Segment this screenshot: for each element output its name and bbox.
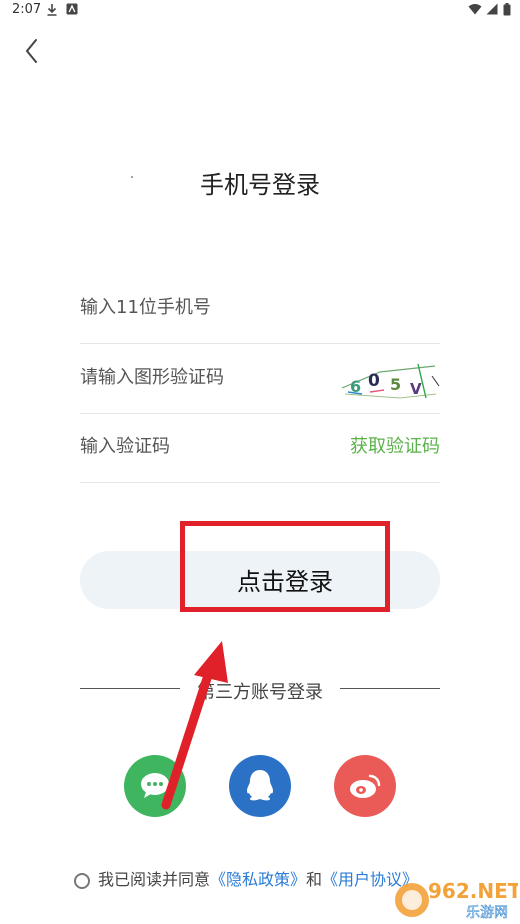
svg-text:5: 5 [390, 375, 401, 394]
third-party-label: 第三方账号登录 [197, 682, 323, 703]
signal-icon [486, 3, 498, 18]
chevron-left-icon [25, 39, 37, 63]
sms-code-placeholder: 输入验证码 [80, 436, 170, 457]
sms-code-field[interactable]: 输入验证码 获取验证码 [80, 413, 440, 483]
download-icon [46, 3, 58, 19]
get-code-button[interactable]: 获取验证码 [350, 413, 440, 481]
annotation-highlight-box [180, 521, 390, 612]
watermark-brand: 962.NET [428, 879, 518, 903]
back-button[interactable] [18, 36, 48, 66]
notification-icon [66, 3, 78, 18]
svg-text:0: 0 [368, 371, 380, 391]
battery-icon [503, 3, 511, 19]
wifi-icon [468, 3, 482, 18]
weibo-icon [350, 774, 381, 798]
captcha-placeholder: 请输入图形验证码 [80, 367, 224, 388]
captcha-image[interactable]: 6 0 5 V [340, 358, 440, 402]
phone-field[interactable]: 输入11位手机号 [80, 274, 440, 344]
watermark-sub: 乐游网 [466, 905, 508, 921]
consent-radio[interactable] [74, 873, 90, 889]
svg-text:6: 6 [350, 377, 361, 396]
site-watermark-logo: 962.NET 乐游网 [395, 879, 518, 921]
phone-placeholder: 输入11位手机号 [80, 297, 211, 318]
annotation-arrow [161, 641, 228, 810]
status-time: 2:07 [12, 2, 42, 17]
consent-row: 我已阅读并同意《隐私政策》和《用户协议》 [74, 866, 418, 890]
page-title: 手机号登录 [200, 171, 320, 199]
consent-prefix: 我已阅读并同意 [98, 870, 211, 889]
privacy-policy-link[interactable]: 《隐私政策》 [210, 870, 306, 889]
captcha-field[interactable]: 请输入图形验证码 6 0 5 V [80, 344, 440, 414]
weibo-login-button[interactable] [334, 755, 396, 817]
svg-text:V: V [410, 380, 422, 398]
consent-and: 和 [306, 870, 323, 889]
